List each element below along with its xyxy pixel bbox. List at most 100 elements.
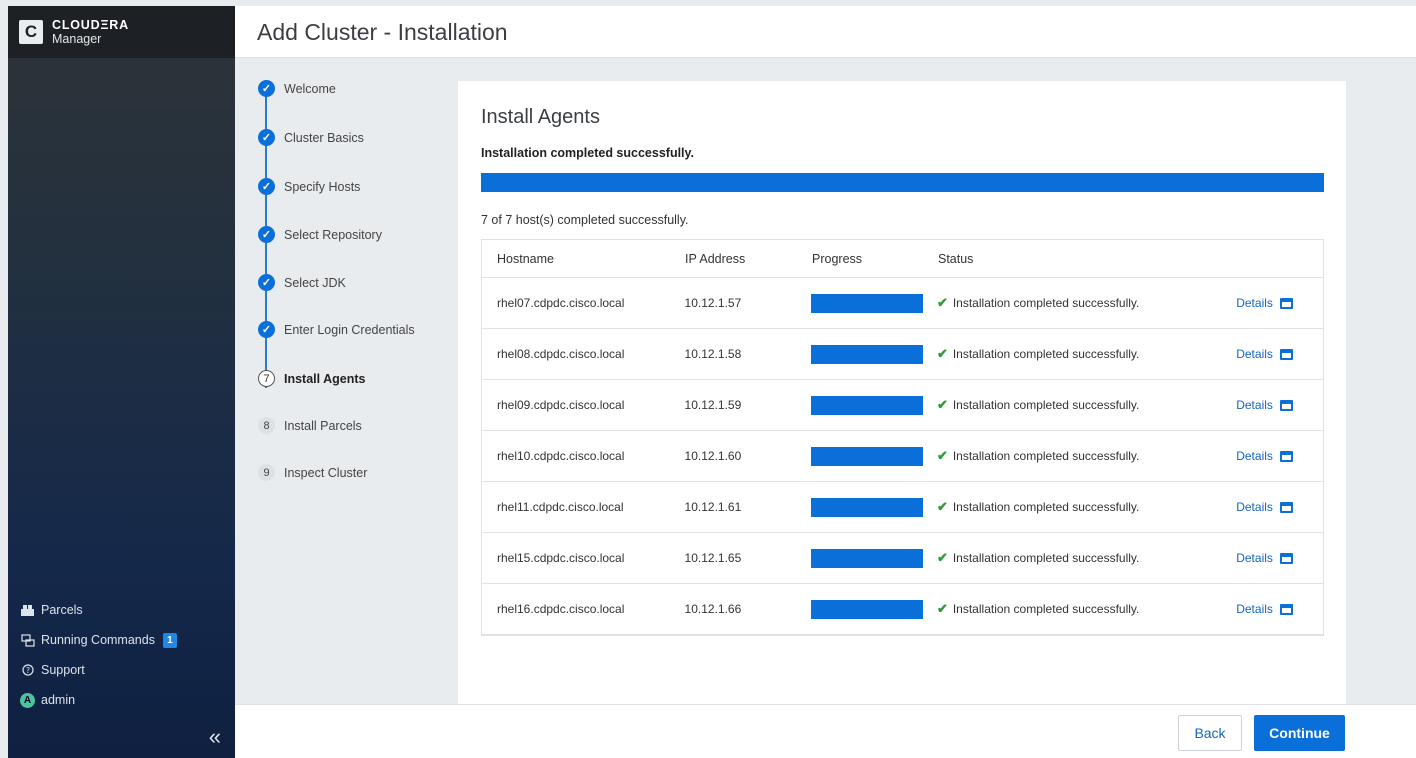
status-cell: ✔ Installation completed successfully. [937,397,1236,413]
column-header-ip: IP Address [685,251,746,266]
progress-cell [811,395,937,415]
details-link[interactable]: Details [1236,602,1323,616]
column-header-hostname: Hostname [497,251,554,266]
check-icon: ✔ [936,295,948,310]
status-text: Installation completed successfully. [952,500,1140,514]
details-link[interactable]: Details [1236,551,1323,565]
open-window-icon [1279,501,1293,513]
ip-cell: 10.12.1.65 [684,551,742,565]
host-progress-bar [811,548,924,568]
wizard-step-welcome[interactable]: ✓ Welcome [258,80,336,97]
details-label: Details [1236,347,1273,361]
back-button[interactable]: Back [1178,715,1242,751]
ip-cell: 10.12.1.58 [684,347,742,361]
step-label: Install Agents [284,371,366,386]
step-number: 9 [258,464,275,481]
status-cell: ✔ Installation completed successfully. [937,601,1236,617]
section-title: Install Agents [481,106,600,128]
host-progress-bar [811,599,924,619]
wizard-step-enter-login-credentials[interactable]: ✓ Enter Login Credentials [258,321,415,338]
ip-cell: 10.12.1.59 [684,398,742,412]
status-text: Installation completed successfully. [952,347,1140,361]
check-icon: ✓ [258,129,275,146]
details-link[interactable]: Details [1236,347,1323,361]
brand-product: Manager [52,32,102,46]
column-header-progress: Progress [812,251,863,266]
sidebar-bottom-nav: Parcels Running Commands 1 ? Support A a… [20,595,177,715]
wizard-steps: ✓ Welcome ✓ Cluster Basics ✓ Specify Hos… [235,58,458,704]
check-icon: ✔ [936,601,948,616]
hostname-cell: rhel09.cdpdc.cisco.local [497,398,625,412]
step-label: Enter Login Credentials [284,322,415,337]
continue-button[interactable]: Continue [1254,715,1345,751]
wizard-step-cluster-basics[interactable]: ✓ Cluster Basics [258,129,364,146]
status-cell: ✔ Installation completed successfully. [937,499,1236,515]
details-label: Details [1236,500,1273,514]
table-header: Hostname IP Address Progress Status [482,240,1323,278]
progress-cell [811,599,937,619]
hostname-cell: rhel08.cdpdc.cisco.local [497,347,625,361]
hosts-table: Hostname IP Address Progress Status rhel… [481,239,1324,636]
host-progress-bar [811,446,924,466]
avatar: A [20,692,35,708]
details-link[interactable]: Details [1236,449,1323,463]
page-title: Add Cluster - Installation [257,19,508,45]
step-label: Cluster Basics [284,130,364,145]
host-progress-bar [811,344,924,364]
status-text: Installation completed successfully. [952,449,1140,463]
column-header-status: Status [938,251,974,266]
wizard-footer: Back Continue [235,704,1416,758]
wizard-step-specify-hosts[interactable]: ✓ Specify Hosts [258,178,360,195]
status-text: Installation completed successfully. [952,551,1140,565]
sidebar-item-label: Parcels [41,603,83,617]
check-icon: ✔ [936,448,948,463]
sidebar-item-admin[interactable]: A admin [20,685,177,715]
hosts-summary: 7 of 7 host(s) completed successfully. [481,213,689,227]
host-progress-fill [811,446,924,466]
check-icon: ✓ [258,321,275,338]
status-text: Installation completed successfully. [952,398,1140,412]
hostname-cell: rhel10.cdpdc.cisco.local [497,449,625,463]
hostname-cell: rhel15.cdpdc.cisco.local [497,551,625,565]
details-link[interactable]: Details [1236,296,1323,310]
step-label: Inspect Cluster [284,465,368,480]
progress-cell [811,548,937,568]
table-row: rhel08.cdpdc.cisco.local 10.12.1.58 ✔ Insta… [482,329,1323,380]
progress-cell [811,497,937,517]
host-progress-bar [811,497,924,517]
status-text: Installation completed successfully. [952,602,1140,616]
open-window-icon [1279,297,1293,309]
table-row: rhel16.cdpdc.cisco.local 10.12.1.66 ✔ Insta… [482,584,1323,635]
wizard-step-select-jdk[interactable]: ✓ Select JDK [258,274,346,291]
details-link[interactable]: Details [1236,398,1323,412]
brand[interactable]: C CLOUDΞRA Manager [8,6,235,58]
table-row: rhel07.cdpdc.cisco.local 10.12.1.57 ✔ Insta… [482,278,1323,329]
sidebar-item-support[interactable]: ? Support [20,655,177,685]
wizard-step-install-parcels: 8 Install Parcels [258,417,362,434]
completion-message: Installation completed successfully. [481,146,695,160]
host-progress-bar [811,395,924,415]
wizard-step-install-agents[interactable]: 7 Install Agents [258,370,366,387]
open-window-icon [1279,399,1293,411]
details-link[interactable]: Details [1236,500,1323,514]
progress-cell [811,293,937,313]
collapse-sidebar-icon[interactable]: « [209,724,221,750]
sidebar-item-running-commands[interactable]: Running Commands 1 [20,625,177,655]
step-number: 7 [258,370,275,387]
support-icon: ? [20,663,35,678]
details-label: Details [1236,551,1273,565]
check-icon: ✓ [258,226,275,243]
status-cell: ✔ Installation completed successfully. [937,295,1236,311]
sidebar-item-parcels[interactable]: Parcels [20,595,177,625]
ip-cell: 10.12.1.66 [684,602,742,616]
status-text: Installation completed successfully. [952,296,1140,310]
open-window-icon [1279,348,1293,360]
wizard-step-select-repository[interactable]: ✓ Select Repository [258,226,382,243]
overall-progress-fill [481,173,1324,192]
check-icon: ✓ [258,274,275,291]
table-row: rhel09.cdpdc.cisco.local 10.12.1.59 ✔ Insta… [482,380,1323,431]
sidebar-item-label: Running Commands [41,633,155,647]
host-progress-fill [811,599,924,619]
running-commands-badge: 1 [162,632,177,648]
open-window-icon [1279,450,1293,462]
